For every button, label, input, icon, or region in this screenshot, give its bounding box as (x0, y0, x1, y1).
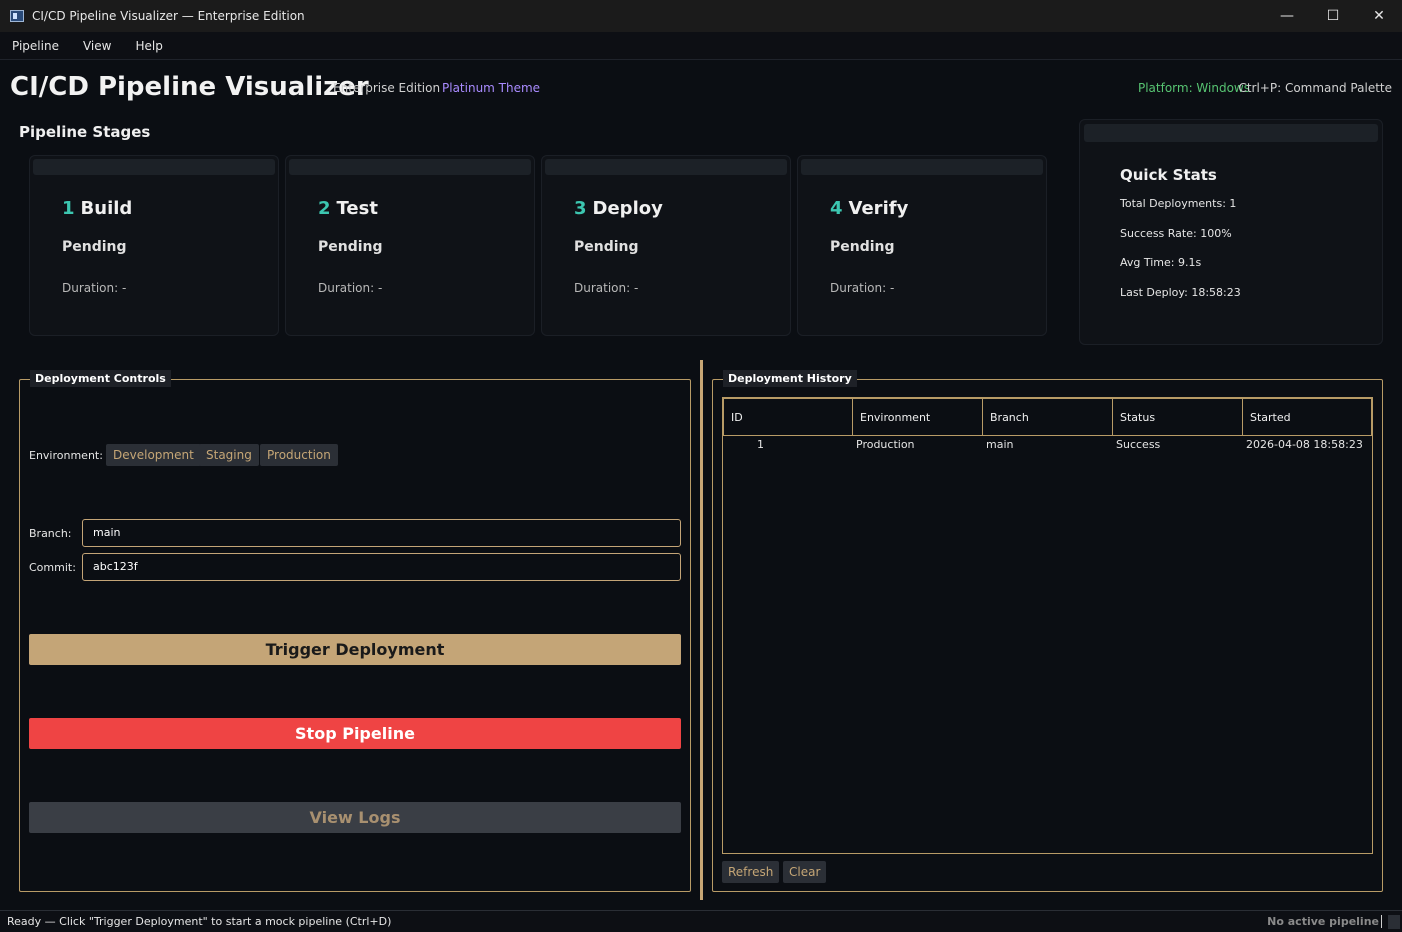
commit-label: Commit: (29, 561, 76, 574)
title-bar: CI/CD Pipeline Visualizer — Enterprise E… (0, 0, 1402, 32)
cell-branch: main (986, 438, 1014, 451)
menu-pipeline[interactable]: Pipeline (0, 39, 71, 53)
stage-heading: 4 Verify (830, 198, 908, 219)
branch-input[interactable]: main (82, 519, 681, 547)
stage-status: Pending (574, 239, 639, 255)
column-header-started[interactable]: Started (1243, 398, 1372, 436)
stage-status: Pending (318, 239, 383, 255)
total-deployments: Total Deployments: 1 (1120, 197, 1237, 210)
app-icon (10, 10, 24, 22)
stage-progress-bar (289, 159, 531, 175)
column-header-status[interactable]: Status (1113, 398, 1243, 436)
stage-number: 4 (830, 198, 843, 219)
stage-progress-bar (33, 159, 275, 175)
status-message: Ready — Click "Trigger Deployment" to st… (7, 915, 392, 928)
stage-name: Build (80, 198, 133, 219)
stage-card-build: 1 Build Pending Duration: - (29, 155, 279, 336)
pipeline-stages-title: Pipeline Stages (19, 123, 151, 141)
clear-button[interactable]: Clear (783, 861, 827, 883)
trigger-deployment-button[interactable]: Trigger Deployment (29, 634, 681, 665)
stage-number: 1 (62, 198, 75, 219)
edition-label: Enterprise Edition (333, 81, 441, 95)
env-staging-button[interactable]: Staging (199, 444, 259, 466)
last-deploy: Last Deploy: 18:58:23 (1120, 286, 1241, 299)
column-header-branch[interactable]: Branch (983, 398, 1113, 436)
quick-stats-bar (1084, 124, 1378, 142)
refresh-button[interactable]: Refresh (722, 861, 780, 883)
env-production-button[interactable]: Production (260, 444, 338, 466)
stage-duration: Duration: - (62, 281, 127, 295)
stage-name: Deploy (592, 198, 663, 219)
resize-grip-icon[interactable] (1388, 915, 1400, 929)
close-icon[interactable]: ✕ (1356, 0, 1402, 32)
stage-progress-bar (801, 159, 1043, 175)
cell-started: 2026-04-08 18:58:23 (1246, 438, 1363, 451)
table-header-row: ID Environment Branch Status Started (723, 398, 1372, 436)
env-development-button[interactable]: Development (106, 444, 201, 466)
stage-heading: 2 Test (318, 198, 378, 219)
success-rate: Success Rate: 100% (1120, 227, 1232, 240)
cell-id: 1 (757, 438, 764, 451)
stage-duration: Duration: - (318, 281, 383, 295)
stop-pipeline-button[interactable]: Stop Pipeline (29, 718, 681, 749)
column-header-id[interactable]: ID (723, 398, 853, 436)
pipeline-state: No active pipeline (1267, 915, 1382, 928)
minimize-icon[interactable]: — (1264, 0, 1310, 32)
quick-stats-card: Quick Stats Total Deployments: 1 Success… (1079, 119, 1383, 345)
maximize-icon[interactable]: ☐ (1310, 0, 1356, 32)
panel-splitter[interactable] (700, 360, 703, 900)
view-logs-button[interactable]: View Logs (29, 802, 681, 833)
window-title: CI/CD Pipeline Visualizer — Enterprise E… (32, 9, 305, 23)
avg-time: Avg Time: 9.1s (1120, 256, 1202, 269)
menu-bar: Pipeline View Help (0, 32, 1402, 60)
stage-heading: 3 Deploy (574, 198, 663, 219)
cell-status: Success (1116, 438, 1161, 451)
stage-card-test: 2 Test Pending Duration: - (285, 155, 535, 336)
status-bar: Ready — Click "Trigger Deployment" to st… (0, 910, 1402, 932)
stage-heading: 1 Build (62, 198, 132, 219)
platform-label: Platform: Windows (1137, 81, 1250, 95)
stage-status: Pending (62, 239, 127, 255)
stage-name: Test (336, 198, 378, 219)
quick-stats-title: Quick Stats (1120, 166, 1217, 184)
stage-duration: Duration: - (574, 281, 639, 295)
stage-card-deploy: 3 Deploy Pending Duration: - (541, 155, 791, 336)
cell-environment: Production (856, 438, 915, 451)
deployment-history-legend: Deployment History (723, 370, 857, 387)
stage-name: Verify (848, 198, 909, 219)
theme-label: Platinum Theme (442, 81, 541, 95)
commit-input[interactable]: abc123f (82, 553, 681, 581)
command-palette-hint: Ctrl+P: Command Palette (1238, 81, 1392, 95)
column-header-environment[interactable]: Environment (853, 398, 983, 436)
stage-number: 3 (574, 198, 587, 219)
stage-progress-bar (545, 159, 787, 175)
environment-label: Environment: (29, 449, 103, 462)
stage-card-verify: 4 Verify Pending Duration: - (797, 155, 1047, 336)
deployment-controls-legend: Deployment Controls (30, 370, 171, 387)
stage-duration: Duration: - (830, 281, 895, 295)
menu-help[interactable]: Help (123, 39, 174, 53)
stage-status: Pending (830, 239, 895, 255)
window-controls: — ☐ ✕ (1264, 0, 1402, 32)
stage-number: 2 (318, 198, 331, 219)
history-table: ID Environment Branch Status Started 1 P… (722, 397, 1373, 854)
branch-label: Branch: (29, 527, 72, 540)
app-title: CI/CD Pipeline Visualizer (10, 72, 369, 102)
table-row[interactable]: 1 Production main Success 2026-04-08 18:… (723, 436, 1372, 454)
menu-view[interactable]: View (71, 39, 123, 53)
